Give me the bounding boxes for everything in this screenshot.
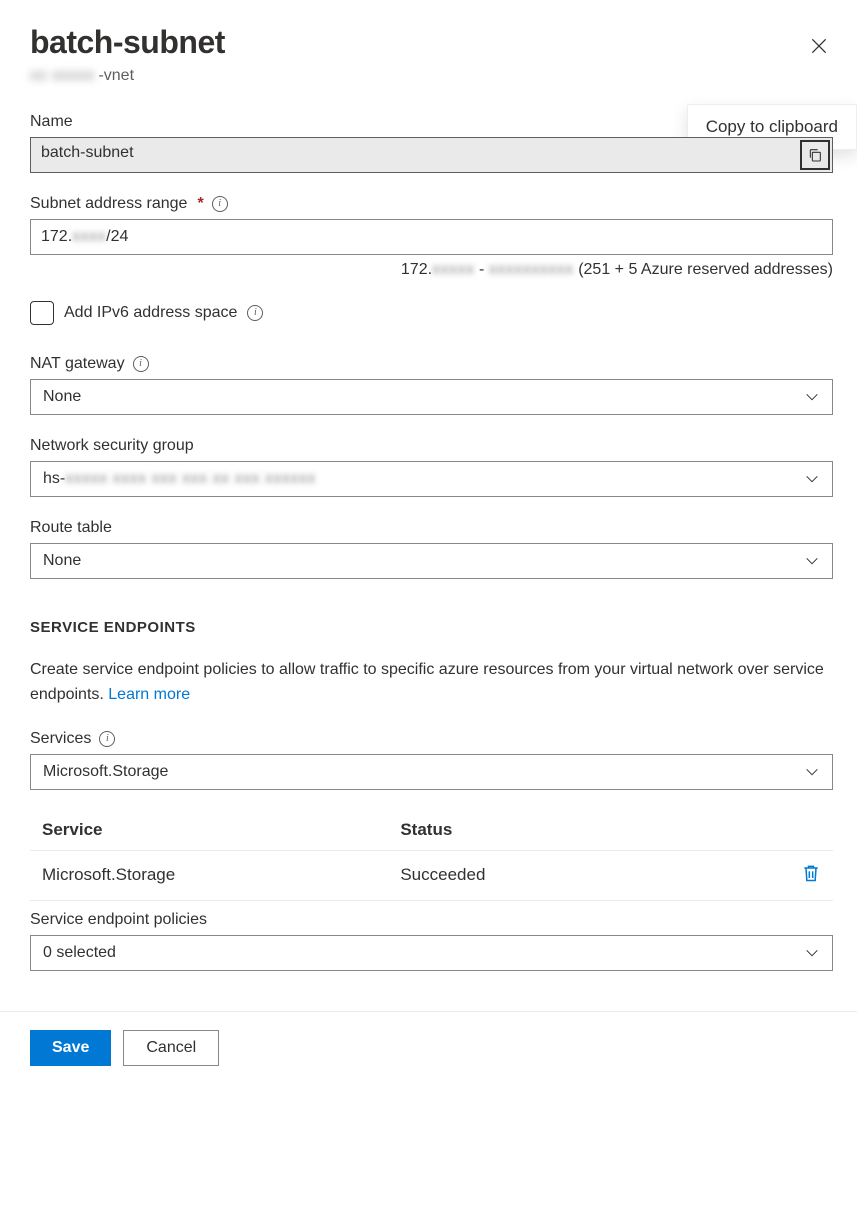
field-services: Services i Microsoft.Storage (30, 730, 833, 790)
chevron-down-icon (804, 389, 820, 405)
label-nat-gateway: NAT gateway i (30, 355, 833, 373)
page-subtitle: xx xxxxx -vnet (30, 67, 225, 85)
info-icon[interactable]: i (212, 196, 228, 212)
label-services: Services i (30, 730, 833, 748)
chevron-down-icon (804, 945, 820, 961)
service-endpoints-description: Create service endpoint policies to allo… (30, 658, 833, 708)
name-value: batch-subnet (41, 144, 134, 161)
chevron-down-icon (804, 471, 820, 487)
trash-icon (801, 863, 821, 883)
subnet-range-prefix: 172. (41, 228, 72, 246)
name-input: batch-subnet (30, 137, 833, 173)
col-status-header: Status (400, 820, 781, 840)
col-service-header: Service (42, 820, 400, 840)
hint-suffix: (251 + 5 Azure reserved addresses) (574, 261, 833, 278)
name-input-wrap: batch-subnet (30, 137, 833, 173)
save-button[interactable]: Save (30, 1030, 111, 1066)
panel-footer: Save Cancel (0, 1011, 857, 1084)
ipv6-checkbox[interactable] (30, 301, 54, 325)
nat-gateway-select[interactable]: None (30, 379, 833, 415)
subtitle-suffix: -vnet (98, 67, 134, 85)
nat-gateway-value: None (43, 388, 81, 406)
route-table-value: None (43, 552, 81, 570)
se-policies-select[interactable]: 0 selected (30, 935, 833, 971)
label-se-policies-text: Service endpoint policies (30, 911, 207, 929)
hint-prefix: 172. (401, 261, 432, 278)
se-policies-value: 0 selected (43, 944, 116, 962)
info-icon[interactable]: i (133, 356, 149, 372)
copy-tooltip-text: Copy to clipboard (706, 117, 838, 136)
panel-header: batch-subnet xx xxxxx -vnet (30, 24, 833, 113)
field-se-policies: Service endpoint policies 0 selected (30, 911, 833, 971)
services-table: Service Status Microsoft.Storage Succeed… (30, 810, 833, 901)
label-route-text: Route table (30, 519, 112, 537)
field-nsg: Network security group hs- xxxxx xxxx xx… (30, 437, 833, 497)
section-title-service-endpoints: SERVICE ENDPOINTS (30, 619, 833, 636)
cell-status: Succeeded (400, 865, 781, 885)
subnet-range-input[interactable]: 172. xxxx /24 (30, 219, 833, 255)
field-nat-gateway: NAT gateway i None (30, 355, 833, 415)
field-ipv6: Add IPv6 address space i (30, 301, 833, 325)
services-select[interactable]: Microsoft.Storage (30, 754, 833, 790)
cell-action (781, 863, 821, 888)
copy-icon (807, 147, 823, 163)
label-nat-text: NAT gateway (30, 355, 125, 373)
services-value: Microsoft.Storage (43, 763, 168, 781)
subnet-range-redacted: xxxx (72, 228, 106, 246)
required-star: * (197, 195, 203, 213)
ipv6-label: Add IPv6 address space (64, 304, 237, 322)
copy-name-button[interactable] (800, 140, 830, 170)
page-title: batch-subnet (30, 24, 225, 61)
label-route-table: Route table (30, 519, 833, 537)
label-services-text: Services (30, 730, 91, 748)
label-name-text: Name (30, 113, 73, 131)
close-icon (809, 36, 829, 56)
label-subnet-range-text: Subnet address range (30, 195, 187, 213)
subtitle-redacted: xx xxxxx (30, 67, 94, 85)
subnet-range-suffix: /24 (106, 228, 128, 246)
cancel-button[interactable]: Cancel (123, 1030, 219, 1066)
cell-service: Microsoft.Storage (42, 865, 400, 885)
subnet-range-hint: 172.xxxxx - xxxxxxxxxx (251 + 5 Azure re… (30, 261, 833, 279)
table-header: Service Status (30, 810, 833, 851)
ipv6-row: Add IPv6 address space i (30, 301, 833, 325)
learn-more-link[interactable]: Learn more (108, 686, 190, 703)
title-area: batch-subnet xx xxxxx -vnet (30, 24, 225, 85)
hint-red1: xxxxx (432, 261, 475, 279)
route-table-select[interactable]: None (30, 543, 833, 579)
table-row: Microsoft.Storage Succeeded (30, 851, 833, 901)
field-subnet-range: Subnet address range * i 172. xxxx /24 1… (30, 195, 833, 279)
chevron-down-icon (804, 764, 820, 780)
close-button[interactable] (805, 32, 833, 63)
label-nsg: Network security group (30, 437, 833, 455)
label-subnet-range: Subnet address range * i (30, 195, 833, 213)
nsg-select[interactable]: hs- xxxxx xxxx xxx xxx xx xxx xxxxxx (30, 461, 833, 497)
delete-row-button[interactable] (801, 868, 821, 887)
nsg-prefix: hs- (43, 470, 65, 488)
info-icon[interactable]: i (99, 731, 115, 747)
nsg-redacted: xxxxx xxxx xxx xxx xx xxx xxxxxx (65, 470, 316, 488)
hint-red2: xxxxxxxxxx (489, 261, 574, 279)
chevron-down-icon (804, 553, 820, 569)
nsg-value-wrap: hs- xxxxx xxxx xxx xxx xx xxx xxxxxx (43, 470, 316, 488)
hint-sep: - (475, 261, 489, 278)
label-nsg-text: Network security group (30, 437, 194, 455)
label-se-policies: Service endpoint policies (30, 911, 833, 929)
info-icon[interactable]: i (247, 305, 263, 321)
field-route-table: Route table None (30, 519, 833, 579)
